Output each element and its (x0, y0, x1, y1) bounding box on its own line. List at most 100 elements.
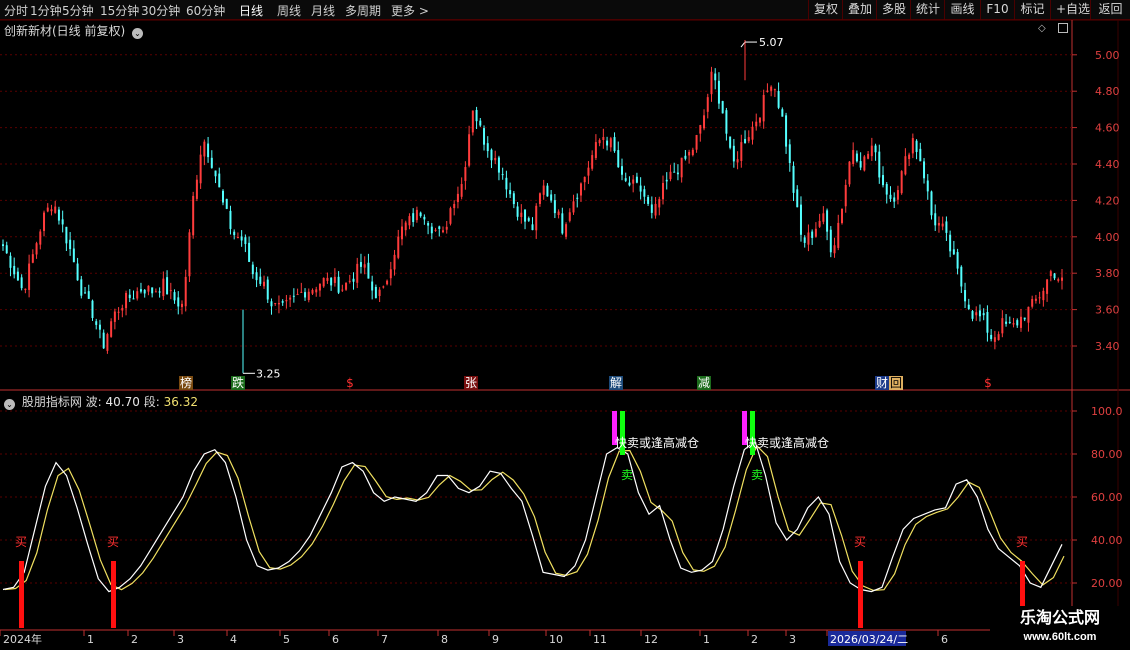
candle-body (978, 310, 981, 317)
date-label: 9 (492, 633, 499, 646)
candle-body (80, 279, 83, 296)
date-label: 2 (131, 633, 138, 646)
event-marker[interactable]: $ (984, 376, 992, 390)
price-tick-label: 3.60 (1095, 304, 1120, 317)
candle-body (620, 166, 623, 175)
candle-body (337, 276, 340, 293)
candle-body (304, 292, 307, 298)
candle-body (870, 145, 873, 157)
candle-body (151, 287, 154, 294)
price-tick-label: 4.80 (1095, 85, 1120, 98)
candle-body (125, 292, 128, 309)
candle-body (576, 197, 579, 199)
event-marker[interactable]: 减 (698, 376, 710, 390)
candle-body (967, 304, 970, 310)
date-label: 7 (381, 633, 388, 646)
event-marker[interactable]: 跌 (232, 375, 244, 390)
candle-body (367, 262, 370, 279)
date-label: 1 (87, 633, 94, 646)
candle-body (195, 179, 198, 199)
candle-body (561, 213, 564, 234)
candle-body (87, 291, 90, 299)
indicator-tick-label: 40.00 (1091, 534, 1123, 547)
candle-body (296, 294, 299, 296)
candle-body (624, 178, 627, 181)
candle-body (460, 184, 463, 197)
candle-body (717, 80, 720, 104)
candle-body (751, 126, 754, 140)
candle-body (527, 218, 530, 221)
candle-body (486, 143, 489, 152)
candle-body (386, 280, 389, 285)
candle-body (740, 142, 743, 161)
candle-body (404, 222, 407, 231)
candle-body (725, 110, 728, 134)
candle-body (497, 157, 500, 173)
candle-body (770, 86, 773, 91)
candle-body (24, 288, 27, 291)
candle-body (553, 200, 556, 214)
event-marker[interactable]: 回 (890, 376, 902, 390)
candle-body (758, 117, 761, 123)
candle-body (1023, 317, 1026, 320)
candle-body (468, 134, 471, 166)
candle-body (471, 110, 474, 133)
candle-body (289, 297, 292, 300)
candle-body (822, 213, 825, 222)
candle-body (512, 193, 515, 205)
candle-body (117, 311, 120, 313)
candle-body (494, 157, 497, 161)
candle-body (840, 208, 843, 224)
candle-body (270, 301, 273, 307)
date-label: 3 (177, 633, 184, 646)
event-marker[interactable]: 张 (465, 376, 477, 390)
candle-body (993, 337, 996, 342)
candle-body (371, 281, 374, 291)
candle-body (1027, 306, 1030, 323)
stock-chart[interactable]: 5.00 4.80 4.60 4.40 4.20 4.00 3.80 3.60 3.40 100.… (0, 0, 1130, 650)
candle-body (307, 291, 310, 301)
candle-body (61, 219, 64, 225)
candle-body (706, 97, 709, 112)
candle-body (613, 137, 616, 152)
candle-body (393, 254, 396, 270)
candle-body (591, 155, 594, 169)
candle-body (128, 294, 131, 299)
buy-signal-label: 买 (15, 535, 27, 549)
candle-body (203, 141, 206, 157)
event-marker[interactable]: 财 (876, 376, 888, 390)
candle-body (852, 150, 855, 164)
candle-body (259, 276, 262, 284)
candle-body (509, 190, 512, 195)
candle-body (889, 194, 892, 199)
price-tick-label: 4.00 (1095, 231, 1120, 244)
candle-body (837, 222, 840, 248)
candle-body (990, 334, 993, 340)
candle-body (799, 204, 802, 235)
candle-body (162, 278, 165, 297)
candle-body (762, 94, 765, 122)
candle-body (412, 213, 415, 223)
candle-body (240, 236, 243, 241)
candle-body (222, 190, 225, 203)
candle-body (550, 194, 553, 201)
candle-body (665, 179, 668, 182)
candle-body (76, 263, 79, 281)
candle-body (214, 170, 217, 177)
event-marker[interactable]: 榜 (180, 375, 192, 390)
candle-body (885, 184, 888, 195)
candle-body (811, 231, 814, 238)
candle-body (915, 140, 918, 153)
candle-body (136, 291, 139, 299)
candle-body (475, 109, 478, 122)
candle-body (449, 208, 452, 224)
candle-body (248, 242, 251, 262)
candle-body (777, 91, 780, 108)
candle-body (926, 180, 929, 192)
candle-body (941, 223, 944, 227)
event-marker[interactable]: $ (346, 376, 354, 390)
date-label: 12 (644, 633, 658, 646)
candle-body (535, 205, 538, 231)
event-marker[interactable]: 解 (610, 376, 622, 390)
candle-body (747, 137, 750, 142)
